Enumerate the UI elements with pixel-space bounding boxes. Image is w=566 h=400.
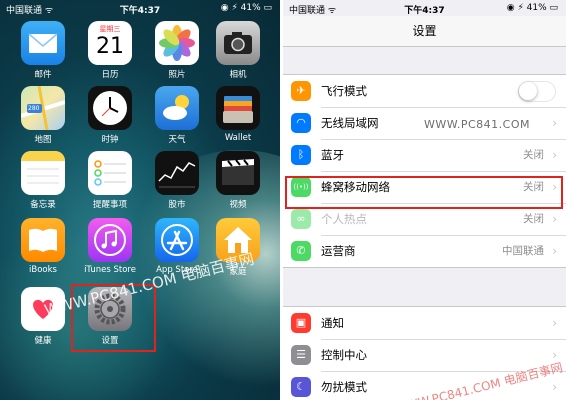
camera-icon — [216, 21, 260, 65]
app-label: 日历 — [101, 70, 119, 80]
status-bar: 中国联通 ᯤ 下午4:37 ◉ ⚡ 41% ▭ — [283, 0, 566, 16]
app-notes[interactable]: 备忘录 — [17, 151, 69, 210]
app-label: 相机 — [229, 70, 247, 80]
notes-icon — [21, 151, 65, 195]
app-videos[interactable]: 视频 — [212, 151, 264, 210]
chevron-right-icon: › — [552, 316, 557, 330]
row-title: 蓝牙 — [321, 148, 344, 162]
app-label: Wallet — [224, 133, 252, 143]
bluetooth-icon: ᛒ — [291, 145, 311, 165]
calendar-weekday: 星期三 — [99, 25, 121, 33]
settings-row-control-center[interactable]: ☰ 控制中心 › — [283, 339, 566, 371]
row-value: 关闭 — [523, 149, 544, 161]
weather-icon — [155, 86, 199, 130]
app-weather[interactable]: 天气 — [151, 86, 203, 145]
row-title: 通知 — [321, 316, 344, 330]
app-label: 地图 — [34, 135, 52, 145]
row-title: 运营商 — [321, 244, 356, 258]
watermark-url: WWW.PC841.COM — [424, 118, 530, 131]
app-label: 视频 — [229, 200, 247, 210]
app-clock[interactable]: 时钟 — [84, 86, 136, 145]
itunes-icon — [88, 218, 132, 262]
app-label: 邮件 — [34, 70, 52, 80]
row-title: 无线局域网 — [321, 116, 379, 130]
maps-badge: 280 — [28, 105, 40, 112]
row-title: 控制中心 — [321, 348, 367, 362]
settings-row-notifications[interactable]: ▣ 通知 › — [283, 307, 566, 339]
chevron-right-icon: › — [552, 116, 557, 130]
home-screen: 中国联通 ᯤ 下午4:37 ◉ ⚡ 41% ▭ 邮件 星期三 21 日历 照片 … — [0, 0, 280, 400]
appstore-icon — [155, 218, 199, 262]
app-maps[interactable]: 280 地图 — [17, 86, 69, 145]
app-ibooks[interactable]: iBooks — [17, 218, 69, 275]
airplane-mode-toggle[interactable] — [518, 81, 556, 102]
settings-row-airplane-mode[interactable]: ✈ 飞行模式 — [283, 75, 566, 107]
app-wallet[interactable]: Wallet — [212, 86, 264, 143]
photos-icon — [155, 21, 199, 65]
notifications-icon: ▣ — [291, 313, 311, 333]
highlight-box-cellular — [285, 176, 563, 209]
calendar-day: 21 — [96, 34, 124, 59]
toggle-knob — [519, 82, 537, 100]
chevron-right-icon: › — [552, 244, 557, 258]
control-center-icon: ☰ — [291, 345, 311, 365]
chevron-right-icon: › — [552, 148, 557, 162]
app-stocks[interactable]: 股市 — [151, 151, 203, 210]
clock-icon — [88, 86, 132, 130]
battery-indicator: ◉ ⚡ 41% ▭ — [220, 3, 272, 13]
app-itunes-store[interactable]: iTunes Store — [84, 218, 136, 275]
videos-icon — [216, 151, 260, 195]
settings-screen: 中国联通 ᯤ 下午4:37 ◉ ⚡ 41% ▭ 设置 ✈ 飞行模式 ◠ 无线局域… — [283, 0, 566, 400]
app-label: iBooks — [29, 265, 57, 275]
row-value: 中国联通 — [502, 245, 544, 257]
app-camera[interactable]: 相机 — [212, 21, 264, 80]
page-title: 设置 — [283, 16, 566, 47]
app-label: iTunes Store — [84, 265, 136, 275]
settings-group-system: ▣ 通知 › ☰ 控制中心 › ☾ 勿扰模式 › — [283, 306, 566, 400]
app-label: 备忘录 — [30, 200, 56, 210]
app-reminders[interactable]: 提醒事项 — [84, 151, 136, 210]
airplane-icon: ✈ — [291, 81, 311, 101]
app-label: 时钟 — [101, 135, 119, 145]
do-not-disturb-icon: ☾ — [291, 377, 311, 397]
settings-row-carrier[interactable]: ✆ 运营商 中国联通 › — [283, 235, 566, 267]
app-label: 健康 — [34, 336, 52, 346]
app-label: 天气 — [168, 135, 186, 145]
app-label: 股市 — [168, 200, 186, 210]
hotspot-icon: ∞ — [291, 209, 311, 229]
app-calendar[interactable]: 星期三 21 日历 — [84, 21, 136, 80]
row-title: 勿扰模式 — [321, 380, 367, 394]
app-label: 提醒事项 — [92, 200, 127, 210]
app-photos[interactable]: 照片 — [151, 21, 203, 80]
ibooks-icon — [21, 218, 65, 262]
settings-row-bluetooth[interactable]: ᛒ 蓝牙 关闭 › — [283, 139, 566, 171]
settings-group-network: ✈ 飞行模式 ◠ 无线局域网 › ᛒ 蓝牙 关闭 › ((•)) 蜂窝移动网络 … — [283, 74, 566, 268]
carrier-icon: ✆ — [291, 241, 311, 261]
row-title: 飞行模式 — [321, 84, 367, 98]
battery-indicator: ◉ ⚡ 41% ▭ — [506, 3, 558, 13]
calendar-icon: 星期三 21 — [88, 21, 132, 65]
wifi-icon: ◠ — [291, 113, 311, 133]
status-bar: 中国联通 ᯤ 下午4:37 ◉ ⚡ 41% ▭ — [0, 0, 280, 16]
maps-icon: 280 — [21, 86, 65, 130]
stocks-icon — [155, 151, 199, 195]
mail-icon — [21, 21, 65, 65]
app-mail[interactable]: 邮件 — [17, 21, 69, 80]
wallet-icon — [216, 86, 260, 130]
reminders-icon — [88, 151, 132, 195]
app-label: 照片 — [168, 70, 186, 80]
